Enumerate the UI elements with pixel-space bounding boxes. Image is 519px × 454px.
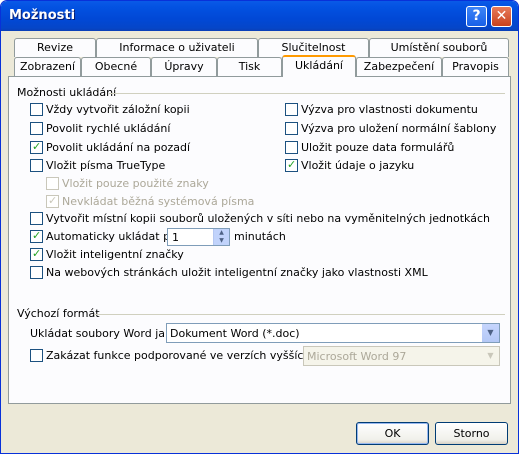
prompt-normal-template-checkbox[interactable]	[285, 122, 298, 135]
word-version-value: Microsoft Word 97	[307, 350, 407, 363]
backup-label: Vždy vytvořit záložní kopii	[46, 103, 190, 116]
tab-obecne[interactable]: Obecné	[81, 57, 151, 76]
checkmark-icon: ✓	[287, 158, 297, 171]
fast-save-label: Povolit rychlé ukládání	[46, 122, 171, 135]
default-format-title: Výchozí formát	[17, 307, 100, 320]
autosave-unit-label: minutách	[234, 230, 286, 243]
language-data-checkbox[interactable]: ✓	[285, 158, 298, 172]
tab-zobrazeni[interactable]: Zobrazení	[14, 57, 81, 76]
save-options-title: Možnosti ukládání	[17, 86, 117, 99]
divider	[94, 314, 505, 315]
no-common-fonts-label: Nevkládat běžná systémová písma	[62, 195, 255, 208]
chevron-down-icon[interactable]: ▼	[482, 347, 499, 365]
window-title: Možnosti	[9, 8, 76, 23]
word-version-dropdown[interactable]: Microsoft Word 97 ▼	[303, 346, 500, 366]
divider	[109, 93, 505, 94]
autosave-checkbox[interactable]: ✓	[30, 229, 43, 243]
embed-used-chars-checkbox[interactable]	[46, 177, 59, 190]
close-icon[interactable]: ✕	[491, 6, 512, 27]
save-as-label: Ukládat soubory Word jako:	[30, 327, 182, 340]
disable-features-label: Zakázat funkce podporované ve verzích vy…	[46, 349, 338, 362]
checkmark-icon: ✓	[32, 229, 42, 242]
save-as-dropdown[interactable]: Dokument Word (*.doc) ▼	[166, 323, 500, 343]
checkmark-icon: ✓	[32, 140, 42, 153]
embed-truetype-checkbox[interactable]	[30, 159, 43, 172]
tab-umisteni-souboru[interactable]: Umístění souborů	[369, 38, 509, 57]
spin-down-icon[interactable]: ▼	[213, 237, 229, 245]
prompt-normal-template-label: Výzva pro uložení normální šablony	[301, 122, 497, 135]
xml-smart-tags-checkbox[interactable]	[30, 266, 43, 279]
help-icon[interactable]: ?	[466, 6, 487, 27]
title-bar[interactable]: Možnosti ? ✕	[1, 1, 518, 31]
tab-ukladani[interactable]: Ukládání	[282, 55, 356, 77]
checkmark-icon: ✓	[32, 247, 42, 260]
tab-pravopis[interactable]: Pravopis	[442, 57, 509, 76]
local-copy-label: Vytvořit místní kopii souborů uložených …	[46, 212, 490, 225]
ok-button[interactable]: OK	[356, 422, 429, 445]
smart-tags-checkbox[interactable]: ✓	[30, 247, 43, 261]
options-dialog: Možnosti ? ✕ Revize Informace o uživatel…	[0, 0, 519, 454]
tab-revize[interactable]: Revize	[14, 38, 96, 57]
prompt-properties-checkbox[interactable]	[285, 103, 298, 116]
background-save-label: Povolit ukládání na pozadí	[46, 141, 190, 154]
prompt-properties-label: Výzva pro vlastnosti dokumentu	[301, 103, 478, 116]
disable-features-checkbox[interactable]	[30, 349, 43, 362]
chevron-down-icon[interactable]: ▼	[482, 324, 499, 342]
save-as-value: Dokument Word (*.doc)	[170, 327, 300, 340]
backup-checkbox[interactable]	[30, 103, 43, 116]
language-data-label: Vložit údaje o jazyku	[301, 159, 415, 172]
checkmark-icon: ✓	[48, 194, 58, 207]
spin-up-icon[interactable]: ▲	[213, 229, 229, 237]
autosave-minutes-value: 1	[172, 231, 179, 244]
xml-smart-tags-label: Na webových stránkách uložit inteligentn…	[46, 266, 428, 279]
smart-tags-label: Vložit inteligentní značky	[46, 248, 184, 261]
local-copy-checkbox[interactable]	[30, 212, 43, 225]
background-save-checkbox[interactable]: ✓	[30, 140, 43, 154]
embed-used-chars-label: Vložit pouze použité znaky	[62, 177, 209, 190]
form-data-only-checkbox[interactable]	[285, 141, 298, 154]
no-common-fonts-checkbox[interactable]: ✓	[46, 194, 59, 208]
cancel-button[interactable]: Storno	[435, 422, 508, 445]
embed-truetype-label: Vložit písma TrueType	[46, 159, 166, 172]
form-data-only-label: Uložit pouze data formulářů	[301, 141, 455, 154]
fast-save-checkbox[interactable]	[30, 122, 43, 135]
tab-informace-o-uzivateli[interactable]: Informace o uživateli	[96, 38, 258, 57]
autosave-minutes-spinner[interactable]: 1 ▲ ▼	[167, 228, 230, 246]
tab-tisk[interactable]: Tisk	[217, 57, 282, 76]
tab-zabezpeceni[interactable]: Zabezpečení	[356, 57, 442, 76]
autosave-label: Automaticky ukládat po:	[46, 230, 181, 243]
tab-upravy[interactable]: Úpravy	[151, 57, 217, 76]
